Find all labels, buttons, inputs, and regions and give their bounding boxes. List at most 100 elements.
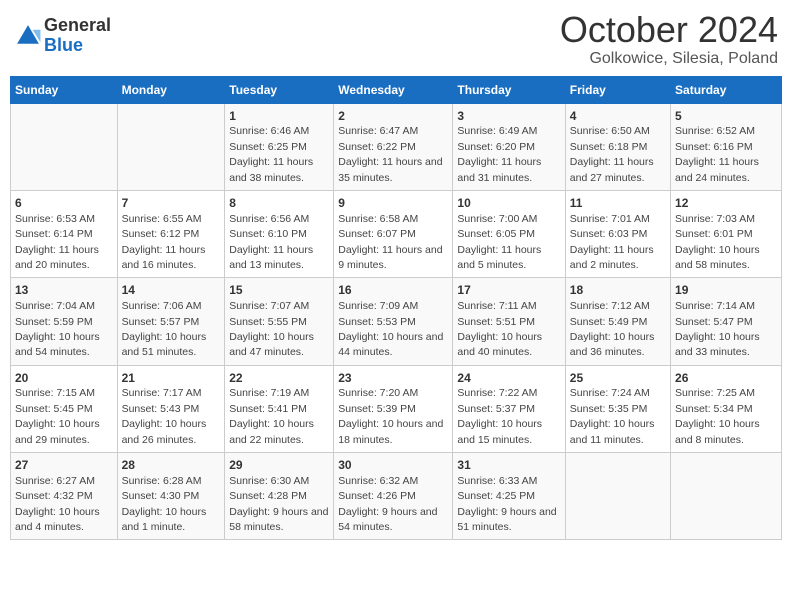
sunrise-text: Sunrise: 6:58 AMSunset: 6:07 PMDaylight:…	[338, 213, 442, 271]
sunrise-text: Sunrise: 7:24 AMSunset: 5:35 PMDaylight:…	[570, 387, 655, 445]
logo-text-general: General	[44, 15, 111, 35]
day-number: 13	[15, 282, 113, 299]
logo-text-blue: Blue	[44, 35, 83, 55]
sunrise-text: Sunrise: 6:47 AMSunset: 6:22 PMDaylight:…	[338, 125, 442, 183]
day-number: 24	[457, 370, 560, 387]
sunrise-text: Sunrise: 6:33 AMSunset: 4:25 PMDaylight:…	[457, 475, 556, 533]
sunrise-text: Sunrise: 7:19 AMSunset: 5:41 PMDaylight:…	[229, 387, 314, 445]
calendar-header-row: SundayMondayTuesdayWednesdayThursdayFrid…	[11, 76, 782, 103]
sunrise-text: Sunrise: 6:49 AMSunset: 6:20 PMDaylight:…	[457, 125, 541, 183]
header-thursday: Thursday	[453, 76, 565, 103]
logo: General Blue	[14, 16, 111, 56]
calendar-cell: 5Sunrise: 6:52 AMSunset: 6:16 PMDaylight…	[671, 103, 782, 190]
sunrise-text: Sunrise: 6:55 AMSunset: 6:12 PMDaylight:…	[122, 213, 206, 271]
day-number: 25	[570, 370, 666, 387]
day-number: 2	[338, 108, 448, 125]
calendar-cell: 22Sunrise: 7:19 AMSunset: 5:41 PMDayligh…	[225, 365, 334, 452]
sunrise-text: Sunrise: 7:14 AMSunset: 5:47 PMDaylight:…	[675, 300, 760, 358]
sunrise-text: Sunrise: 7:01 AMSunset: 6:03 PMDaylight:…	[570, 213, 654, 271]
calendar-cell: 28Sunrise: 6:28 AMSunset: 4:30 PMDayligh…	[117, 453, 225, 540]
calendar-week-row: 27Sunrise: 6:27 AMSunset: 4:32 PMDayligh…	[11, 453, 782, 540]
header-monday: Monday	[117, 76, 225, 103]
sunrise-text: Sunrise: 7:11 AMSunset: 5:51 PMDaylight:…	[457, 300, 542, 358]
calendar-cell: 20Sunrise: 7:15 AMSunset: 5:45 PMDayligh…	[11, 365, 118, 452]
day-number: 31	[457, 457, 560, 474]
calendar-cell: 1Sunrise: 6:46 AMSunset: 6:25 PMDaylight…	[225, 103, 334, 190]
day-number: 7	[122, 195, 221, 212]
calendar-cell: 3Sunrise: 6:49 AMSunset: 6:20 PMDaylight…	[453, 103, 565, 190]
calendar-table: SundayMondayTuesdayWednesdayThursdayFrid…	[10, 76, 782, 541]
day-number: 18	[570, 282, 666, 299]
calendar-cell: 2Sunrise: 6:47 AMSunset: 6:22 PMDaylight…	[334, 103, 453, 190]
header-saturday: Saturday	[671, 76, 782, 103]
calendar-cell: 31Sunrise: 6:33 AMSunset: 4:25 PMDayligh…	[453, 453, 565, 540]
day-number: 27	[15, 457, 113, 474]
sunrise-text: Sunrise: 6:46 AMSunset: 6:25 PMDaylight:…	[229, 125, 313, 183]
calendar-cell: 10Sunrise: 7:00 AMSunset: 6:05 PMDayligh…	[453, 190, 565, 277]
sunrise-text: Sunrise: 6:50 AMSunset: 6:18 PMDaylight:…	[570, 125, 654, 183]
day-number: 1	[229, 108, 329, 125]
header-wednesday: Wednesday	[334, 76, 453, 103]
sunrise-text: Sunrise: 7:25 AMSunset: 5:34 PMDaylight:…	[675, 387, 760, 445]
sunrise-text: Sunrise: 7:06 AMSunset: 5:57 PMDaylight:…	[122, 300, 207, 358]
sunrise-text: Sunrise: 7:07 AMSunset: 5:55 PMDaylight:…	[229, 300, 314, 358]
calendar-week-row: 6Sunrise: 6:53 AMSunset: 6:14 PMDaylight…	[11, 190, 782, 277]
sunrise-text: Sunrise: 6:32 AMSunset: 4:26 PMDaylight:…	[338, 475, 437, 533]
sunrise-text: Sunrise: 6:53 AMSunset: 6:14 PMDaylight:…	[15, 213, 99, 271]
sunrise-text: Sunrise: 7:20 AMSunset: 5:39 PMDaylight:…	[338, 387, 443, 445]
sunrise-text: Sunrise: 7:03 AMSunset: 6:01 PMDaylight:…	[675, 213, 760, 271]
day-number: 29	[229, 457, 329, 474]
calendar-cell: 29Sunrise: 6:30 AMSunset: 4:28 PMDayligh…	[225, 453, 334, 540]
page-header: General Blue October 2024 Golkowice, Sil…	[10, 10, 782, 68]
header-sunday: Sunday	[11, 76, 118, 103]
day-number: 26	[675, 370, 777, 387]
calendar-cell: 19Sunrise: 7:14 AMSunset: 5:47 PMDayligh…	[671, 278, 782, 365]
calendar-cell	[671, 453, 782, 540]
day-number: 5	[675, 108, 777, 125]
day-number: 11	[570, 195, 666, 212]
sunrise-text: Sunrise: 7:15 AMSunset: 5:45 PMDaylight:…	[15, 387, 100, 445]
month-title: October 2024	[560, 10, 778, 50]
sunrise-text: Sunrise: 7:22 AMSunset: 5:37 PMDaylight:…	[457, 387, 542, 445]
day-number: 12	[675, 195, 777, 212]
calendar-cell: 8Sunrise: 6:56 AMSunset: 6:10 PMDaylight…	[225, 190, 334, 277]
calendar-cell: 21Sunrise: 7:17 AMSunset: 5:43 PMDayligh…	[117, 365, 225, 452]
day-number: 15	[229, 282, 329, 299]
day-number: 21	[122, 370, 221, 387]
calendar-week-row: 20Sunrise: 7:15 AMSunset: 5:45 PMDayligh…	[11, 365, 782, 452]
calendar-cell: 23Sunrise: 7:20 AMSunset: 5:39 PMDayligh…	[334, 365, 453, 452]
location: Golkowice, Silesia, Poland	[560, 50, 778, 68]
sunrise-text: Sunrise: 6:28 AMSunset: 4:30 PMDaylight:…	[122, 475, 207, 533]
day-number: 4	[570, 108, 666, 125]
day-number: 19	[675, 282, 777, 299]
calendar-cell: 27Sunrise: 6:27 AMSunset: 4:32 PMDayligh…	[11, 453, 118, 540]
calendar-cell	[117, 103, 225, 190]
day-number: 3	[457, 108, 560, 125]
calendar-cell: 18Sunrise: 7:12 AMSunset: 5:49 PMDayligh…	[565, 278, 670, 365]
day-number: 23	[338, 370, 448, 387]
day-number: 22	[229, 370, 329, 387]
sunrise-text: Sunrise: 7:17 AMSunset: 5:43 PMDaylight:…	[122, 387, 207, 445]
sunrise-text: Sunrise: 7:12 AMSunset: 5:49 PMDaylight:…	[570, 300, 655, 358]
calendar-cell: 25Sunrise: 7:24 AMSunset: 5:35 PMDayligh…	[565, 365, 670, 452]
sunrise-text: Sunrise: 7:04 AMSunset: 5:59 PMDaylight:…	[15, 300, 100, 358]
calendar-cell: 17Sunrise: 7:11 AMSunset: 5:51 PMDayligh…	[453, 278, 565, 365]
day-number: 10	[457, 195, 560, 212]
sunrise-text: Sunrise: 6:30 AMSunset: 4:28 PMDaylight:…	[229, 475, 328, 533]
day-number: 17	[457, 282, 560, 299]
sunrise-text: Sunrise: 6:52 AMSunset: 6:16 PMDaylight:…	[675, 125, 759, 183]
calendar-cell: 9Sunrise: 6:58 AMSunset: 6:07 PMDaylight…	[334, 190, 453, 277]
calendar-cell: 15Sunrise: 7:07 AMSunset: 5:55 PMDayligh…	[225, 278, 334, 365]
title-section: October 2024 Golkowice, Silesia, Poland	[560, 10, 778, 68]
calendar-cell: 16Sunrise: 7:09 AMSunset: 5:53 PMDayligh…	[334, 278, 453, 365]
calendar-cell: 30Sunrise: 6:32 AMSunset: 4:26 PMDayligh…	[334, 453, 453, 540]
logo-icon	[14, 22, 42, 50]
sunrise-text: Sunrise: 7:00 AMSunset: 6:05 PMDaylight:…	[457, 213, 541, 271]
calendar-cell: 4Sunrise: 6:50 AMSunset: 6:18 PMDaylight…	[565, 103, 670, 190]
calendar-cell: 26Sunrise: 7:25 AMSunset: 5:34 PMDayligh…	[671, 365, 782, 452]
sunrise-text: Sunrise: 6:56 AMSunset: 6:10 PMDaylight:…	[229, 213, 313, 271]
day-number: 14	[122, 282, 221, 299]
sunrise-text: Sunrise: 6:27 AMSunset: 4:32 PMDaylight:…	[15, 475, 100, 533]
day-number: 30	[338, 457, 448, 474]
calendar-cell: 14Sunrise: 7:06 AMSunset: 5:57 PMDayligh…	[117, 278, 225, 365]
